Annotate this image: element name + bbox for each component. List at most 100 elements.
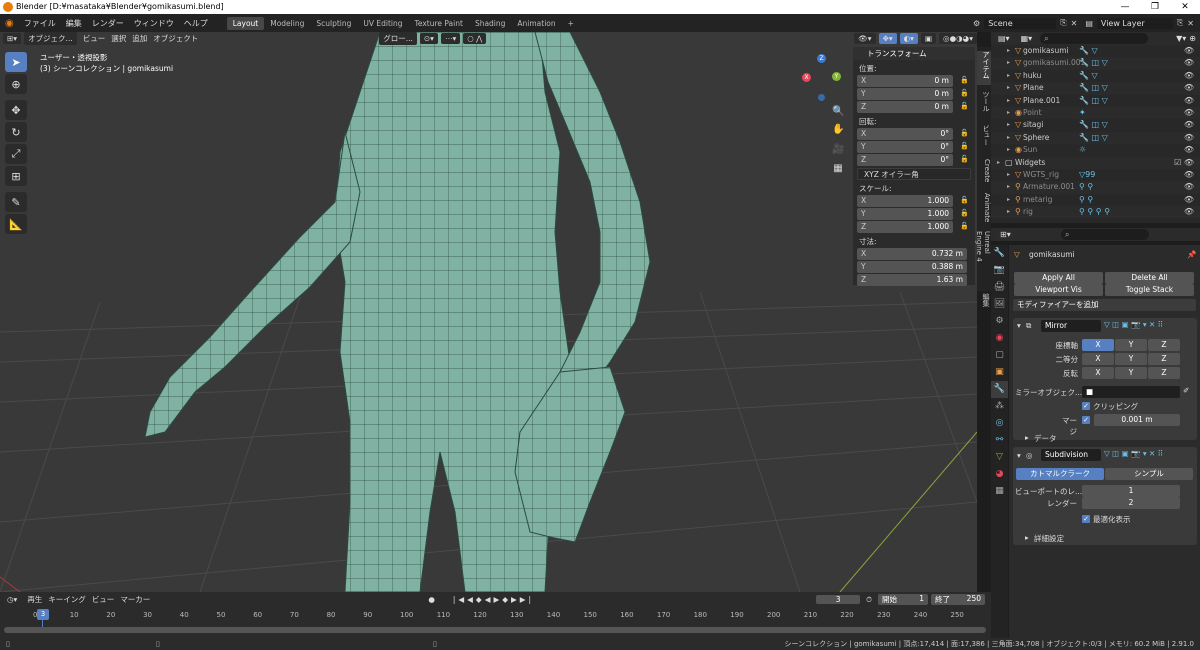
display-mode-icon[interactable]: ▦▾: [1016, 33, 1037, 44]
outliner-row[interactable]: ▸ ▽ Plane.001 🔧 ◫ ▽ 👁: [991, 95, 1200, 107]
gizmo-y-axis[interactable]: Y: [832, 72, 841, 81]
merge-distance-field[interactable]: 0.001 m: [1094, 414, 1180, 426]
merge-checkbox[interactable]: ✓: [1082, 416, 1090, 424]
pin-icon[interactable]: 📌: [1187, 250, 1196, 259]
visibility-eye-icon[interactable]: 👁: [1184, 169, 1194, 181]
timeline-menu-marker[interactable]: マーカー: [120, 594, 150, 605]
add-modifier-dropdown[interactable]: モディファイアーを追加: [1013, 299, 1196, 311]
scene-copy-icon[interactable]: ⎘: [1060, 18, 1066, 28]
record-icon[interactable]: ●: [428, 595, 435, 604]
simple-button[interactable]: シンプル: [1105, 468, 1193, 480]
visibility-eye-icon[interactable]: 👁: [1184, 95, 1194, 107]
timeline-menu-keying[interactable]: キーイング: [48, 594, 86, 605]
mirror-flip-y[interactable]: Y: [1115, 367, 1147, 379]
outliner-row[interactable]: ▸ ▽ Sphere 🔧 ◫ ▽ 👁: [991, 131, 1200, 145]
tab-animate[interactable]: Animate: [977, 193, 991, 225]
dimensions-z-field[interactable]: Z 1.63 m: [857, 274, 967, 286]
gizmo-x-axis[interactable]: X: [802, 73, 811, 82]
modifier-tab-icon[interactable]: 🔧: [991, 381, 1008, 398]
lock-icon[interactable]: 🔓: [960, 142, 969, 150]
advanced-section[interactable]: 詳細設定: [1034, 533, 1064, 544]
lock-icon[interactable]: 🔓: [960, 222, 969, 230]
xray-icon[interactable]: ▣: [920, 33, 937, 44]
properties-search-input[interactable]: ⌕: [1061, 229, 1149, 240]
scale-y-field[interactable]: Y 1.000: [857, 208, 953, 220]
dimensions-x-field[interactable]: X 0.732 m: [857, 248, 967, 260]
rotation-z-field[interactable]: Z 0°: [857, 154, 953, 166]
filter-icon[interactable]: ▼▾: [1176, 34, 1186, 43]
location-y-field[interactable]: Y0 m: [857, 88, 953, 100]
select-tool-icon[interactable]: ➤: [5, 52, 27, 72]
expand-arrow-icon[interactable]: ▸: [1007, 107, 1010, 119]
outliner-row[interactable]: ▸ ⚲ metarig ⚲ ⚲ 👁: [991, 194, 1200, 206]
outliner-row[interactable]: ▸ ▢ Widgets ☑ 👁: [991, 156, 1200, 169]
mirror-name-field[interactable]: Mirror: [1041, 320, 1101, 332]
tab-uv-editing[interactable]: UV Editing: [357, 17, 408, 30]
scale-z-field[interactable]: Z 1.000: [857, 221, 953, 233]
mirror-bisect-y[interactable]: Y: [1115, 353, 1147, 365]
lock-icon[interactable]: 🔓: [960, 209, 969, 217]
rotate-tool-icon[interactable]: ↻: [5, 122, 27, 142]
clock-icon[interactable]: ⏱: [866, 595, 872, 605]
optimal-display-checkbox[interactable]: ✓: [1082, 515, 1090, 523]
mirror-visibility-icons[interactable]: ▽ ◫ ▣ 📷 ▾ ✕ ⠿: [1104, 320, 1163, 329]
lock-icon[interactable]: 🔓: [960, 76, 969, 84]
menu-edit[interactable]: 編集: [61, 18, 87, 29]
proportional-edit-icon[interactable]: ○ ⋀: [463, 33, 487, 44]
snap-icon[interactable]: ⋯▾: [440, 33, 461, 44]
tab-animation[interactable]: Animation: [511, 17, 561, 30]
close-button[interactable]: ✕: [1170, 0, 1200, 14]
eyedropper-icon[interactable]: ✐: [1183, 386, 1189, 395]
lock-icon[interactable]: 🔓: [960, 196, 969, 204]
outliner-item-name[interactable]: Plane.001: [1023, 96, 1060, 105]
viewport-vis-button[interactable]: Viewport Vis: [1014, 284, 1103, 296]
render-levels-field[interactable]: 2: [1082, 497, 1180, 509]
visibility-eye-icon[interactable]: 👁: [1184, 57, 1194, 69]
timeline-menu-view[interactable]: ビュー: [92, 594, 115, 605]
location-x-field[interactable]: X0 m: [857, 75, 953, 87]
mirror-axis-y[interactable]: Y: [1115, 339, 1147, 351]
lock-icon[interactable]: 🔓: [960, 155, 969, 163]
collection-tab-icon[interactable]: ▢: [991, 347, 1008, 364]
mirror-bisect-z[interactable]: Z: [1148, 353, 1180, 365]
viewport-levels-field[interactable]: 1: [1082, 485, 1180, 497]
rotation-y-field[interactable]: Y 0°: [857, 141, 953, 153]
outliner-item-name[interactable]: Sun: [1023, 145, 1037, 154]
tab-edit[interactable]: 編集: [977, 293, 991, 313]
expand-arrow-icon[interactable]: ▸: [1007, 132, 1010, 144]
advanced-collapse-arrow-icon[interactable]: ▸: [1025, 533, 1029, 542]
tab-create[interactable]: Create: [977, 159, 991, 185]
visibility-icon[interactable]: 👁▾: [854, 33, 876, 44]
constraints-tab-icon[interactable]: ⚯: [991, 432, 1008, 449]
transform-header[interactable]: トランスフォーム: [853, 47, 975, 60]
visibility-eye-icon[interactable]: 👁: [1184, 206, 1194, 218]
mode-selector[interactable]: オブジェク...: [24, 32, 77, 45]
visibility-eye-icon[interactable]: 👁: [1184, 132, 1194, 144]
overlay-toggle-icon[interactable]: ◐▾: [899, 33, 918, 44]
move-tool-icon[interactable]: ✥: [5, 100, 27, 120]
viewport-menu-object[interactable]: オブジェクト: [153, 33, 198, 44]
outliner-row[interactable]: ▸ ▽ Plane 🔧 ◫ ▽ 👁: [991, 82, 1200, 95]
expand-arrow-icon[interactable]: ▸: [1007, 181, 1010, 193]
physics-tab-icon[interactable]: ◎: [991, 415, 1008, 432]
outliner-item-name[interactable]: Plane: [1023, 83, 1044, 92]
tab-modeling[interactable]: Modeling: [264, 17, 310, 30]
dimensions-y-field[interactable]: Y 0.388 m: [857, 261, 967, 273]
tab-layout[interactable]: Layout: [226, 16, 265, 30]
mirror-bisect-x[interactable]: X: [1082, 353, 1114, 365]
output-tab-icon[interactable]: 🖨: [991, 279, 1008, 296]
tool-tab-icon[interactable]: 🔧: [991, 245, 1008, 262]
frame-indicator[interactable]: 3: [37, 609, 49, 620]
outliner-item-name[interactable]: Widgets: [1015, 158, 1045, 167]
outliner-row[interactable]: ▸ ⚲ rig ⚲ ⚲ ⚲ ⚲ 👁: [991, 206, 1200, 219]
lock-icon[interactable]: 🔓: [960, 89, 969, 97]
menu-window[interactable]: ウィンドウ: [129, 18, 179, 29]
timeline-editor-icon[interactable]: ◷▾: [3, 594, 22, 605]
gizmo-z-axis[interactable]: Z: [817, 54, 826, 63]
scale-tool-icon[interactable]: ⤢: [5, 144, 27, 164]
scale-x-field[interactable]: X 1.000: [857, 195, 953, 207]
tab-sculpting[interactable]: Sculpting: [310, 17, 357, 30]
viewport-menu-select[interactable]: 選択: [111, 33, 126, 44]
outliner-item-name[interactable]: WGTS_rig: [1023, 170, 1059, 179]
outliner-item-name[interactable]: Point: [1023, 108, 1042, 117]
